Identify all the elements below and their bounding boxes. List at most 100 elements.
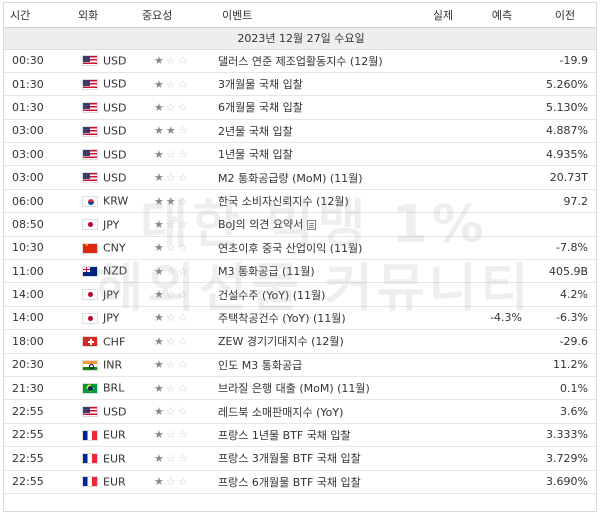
date-row: 2023년 12월 27일 수요일 [4,27,596,50]
event-row[interactable]: 18:00 CHF ★☆☆ ZEW 경기기대지수 (12월) -29.6 [4,329,596,354]
event-actual [414,470,472,494]
event-row[interactable]: 00:30 USD ★☆☆ 댈러스 연준 제조업활동지수 (12월) -19.9 [4,49,596,73]
star-empty-icon: ☆ [165,217,178,231]
eu-flag-icon [82,453,98,465]
event-name-cell[interactable]: 주택착공건수 (YoY) (11월) [214,306,414,331]
header-event[interactable]: 이벤트 [214,3,414,28]
event-row[interactable]: 01:30 USD ★☆☆ 6개월물 국채 입찰 5.130% [4,95,596,120]
star-filled-icon: ★ [154,311,166,325]
event-time: 06:00 [4,189,66,214]
header-actual[interactable]: 실제 [414,3,472,28]
event-currency-cell: USD [66,119,132,144]
event-row[interactable]: 21:30 BRL ★☆☆ 브라질 은행 대출 (MoM) (11월) 0.1% [4,376,596,401]
star-filled-icon: ★ [154,100,166,114]
event-name-cell[interactable]: ZEW 경기기대지수 (12월) [214,329,414,354]
event-currency-cell: USD [66,72,132,97]
event-row[interactable]: 06:00 KRW ★★☆ 한국 소비자신뢰지수 (12월) 97.2 [4,189,596,214]
event-name-cell[interactable]: M2 통화공급량 (MoM) (11월) [214,165,414,190]
event-forecast [472,236,532,261]
star-empty-icon: ☆ [165,241,178,255]
event-name[interactable]: 프랑스 6개월물 BTF 국채 입찰 [218,476,361,489]
event-name-cell[interactable]: 3개월물 국채 입찰 [214,72,414,97]
event-name[interactable]: 한국 소비자신뢰지수 (12월) [218,195,349,208]
event-name[interactable]: ZEW 경기기대지수 (12월) [218,335,344,348]
event-name[interactable]: 레드북 소매판매지수 (YoY) [218,406,343,419]
event-row[interactable]: 22:55 USD ★☆☆ 레드북 소매판매지수 (YoY) 3.6% [4,399,596,424]
jp-flag-icon [82,219,98,231]
event-time: 22:55 [4,399,66,424]
event-name-cell[interactable]: 브라질 은행 대출 (MoM) (11월) [214,376,414,401]
event-name-cell[interactable]: 연초이후 중국 산업이익 (11월) [214,236,414,261]
event-name[interactable]: 1년물 국채 입찰 [218,148,293,161]
event-row[interactable]: 14:00 JPY ★☆☆ 건설수주 (YoY) (11월) 4.2% [4,282,596,307]
event-name-cell[interactable]: 2년물 국채 입찰 [214,119,414,144]
event-name[interactable]: 2년물 국채 입찰 [218,125,293,138]
event-row[interactable]: 03:00 USD ★★☆ 2년물 국채 입찰 4.887% [4,119,596,144]
event-forecast [472,49,532,73]
event-name[interactable]: 댈러스 연준 제조업활동지수 (12월) [218,55,383,68]
event-actual [414,49,472,73]
event-currency: USD [103,171,127,185]
event-name[interactable]: 브라질 은행 대출 (MoM) (11월) [218,382,370,395]
event-row[interactable]: 08:50 JPY ★☆☆ BoJ의 의견 요약서 [4,212,596,237]
event-name-cell[interactable]: 1년물 국채 입찰 [214,142,414,167]
event-name[interactable]: 인도 M3 통화공급 [218,359,302,372]
event-time: 14:00 [4,282,66,307]
header-currency[interactable]: 외화 [66,3,132,28]
event-name[interactable]: 프랑스 3개월물 BTF 국채 입찰 [218,452,361,465]
event-name-cell[interactable]: 댈러스 연준 제조업활동지수 (12월) [214,49,414,73]
event-currency-cell: JPY [66,282,132,307]
event-actual [414,259,472,284]
event-name[interactable]: 프랑스 1년물 BTF 국채 입찰 [218,429,351,442]
event-name-cell[interactable]: 한국 소비자신뢰지수 (12월) [214,189,414,214]
event-row[interactable]: 03:00 USD ★☆☆ M2 통화공급량 (MoM) (11월) 20.73T [4,165,596,190]
event-name-cell[interactable]: 프랑스 3개월물 BTF 국채 입찰 [214,446,414,471]
event-name[interactable]: 건설수주 (YoY) (11월) [218,289,325,302]
event-importance: ★☆☆ [132,423,214,448]
star-filled-icon: ★ [154,77,166,91]
event-actual [414,189,472,214]
event-currency-cell: EUR [66,446,132,471]
event-row[interactable]: 22:55 EUR ★☆☆ 프랑스 6개월물 BTF 국채 입찰 3.690% [4,470,596,494]
star-filled-icon: ★ [154,475,166,489]
event-name-cell[interactable]: 6개월물 국채 입찰 [214,95,414,120]
event-name-cell[interactable]: 인도 M3 통화공급 [214,353,414,377]
event-row[interactable]: 22:55 EUR ★☆☆ 프랑스 3개월물 BTF 국채 입찰 3.729% [4,446,596,471]
star-empty-icon: ☆ [177,124,190,138]
event-row[interactable]: 10:30CNY★☆☆연초이후 중국 산업이익 (11월)-7.8% [4,236,596,261]
event-name-cell[interactable]: 프랑스 6개월물 BTF 국채 입찰 [214,470,414,494]
event-previous: 5.130% [532,95,596,120]
event-name-cell[interactable]: 프랑스 1년물 BTF 국채 입찰 [214,423,414,448]
header-previous[interactable]: 이전 [532,3,596,28]
header-importance[interactable]: 중요성 [132,3,214,28]
star-empty-icon: ☆ [165,475,178,489]
event-name[interactable]: 연초이후 중국 산업이익 (11월) [218,242,362,255]
event-row[interactable]: 03:00 USD ★☆☆ 1년물 국채 입찰 4.935% [4,142,596,167]
event-row[interactable]: 20:30 INR ★☆☆ 인도 M3 통화공급 11.2% [4,353,596,377]
event-row[interactable]: 22:55 EUR ★☆☆ 프랑스 1년물 BTF 국채 입찰 3.333% [4,423,596,448]
event-name-cell[interactable]: 레드북 소매판매지수 (YoY) [214,399,414,424]
event-name[interactable]: 주택착공건수 (YoY) (11월) [218,312,346,325]
event-name[interactable]: M3 통화공급 (11월) [218,265,315,278]
event-name[interactable]: M2 통화공급량 (MoM) (11월) [218,172,363,185]
event-name[interactable]: BoJ의 의견 요약서 [218,218,303,231]
document-icon[interactable] [307,220,317,231]
event-name[interactable]: 3개월물 국채 입찰 [218,78,303,91]
event-importance: ★☆☆ [132,399,214,424]
event-name-cell[interactable]: 건설수주 (YoY) (11월) [214,282,414,307]
star-empty-icon: ☆ [165,451,178,465]
star-filled-icon: ★ [154,124,166,138]
event-row[interactable]: 14:00 JPY ★☆☆ 주택착공건수 (YoY) (11월) -4.3% -6.3% [4,306,596,331]
header-time[interactable]: 시간 [4,3,66,28]
event-name-cell[interactable]: M3 통화공급 (11월) [214,259,414,284]
header-forecast[interactable]: 예측 [472,3,532,28]
event-row[interactable]: 11:00 NZD ★☆☆ M3 통화공급 (11월) 405.9B [4,259,596,284]
star-filled-icon: ★ [165,124,178,138]
event-row[interactable]: 01:30 USD ★☆☆ 3개월물 국채 입찰 5.260% [4,72,596,97]
event-currency: EUR [103,475,126,489]
eu-flag-icon [82,429,98,441]
event-name[interactable]: 6개월물 국채 입찰 [218,101,303,114]
event-time: 03:00 [4,142,66,167]
header-row: 시간 외화 중요성 이벤트 실제 예측 이전 [4,3,596,28]
event-name-cell[interactable]: BoJ의 의견 요약서 [214,212,414,237]
